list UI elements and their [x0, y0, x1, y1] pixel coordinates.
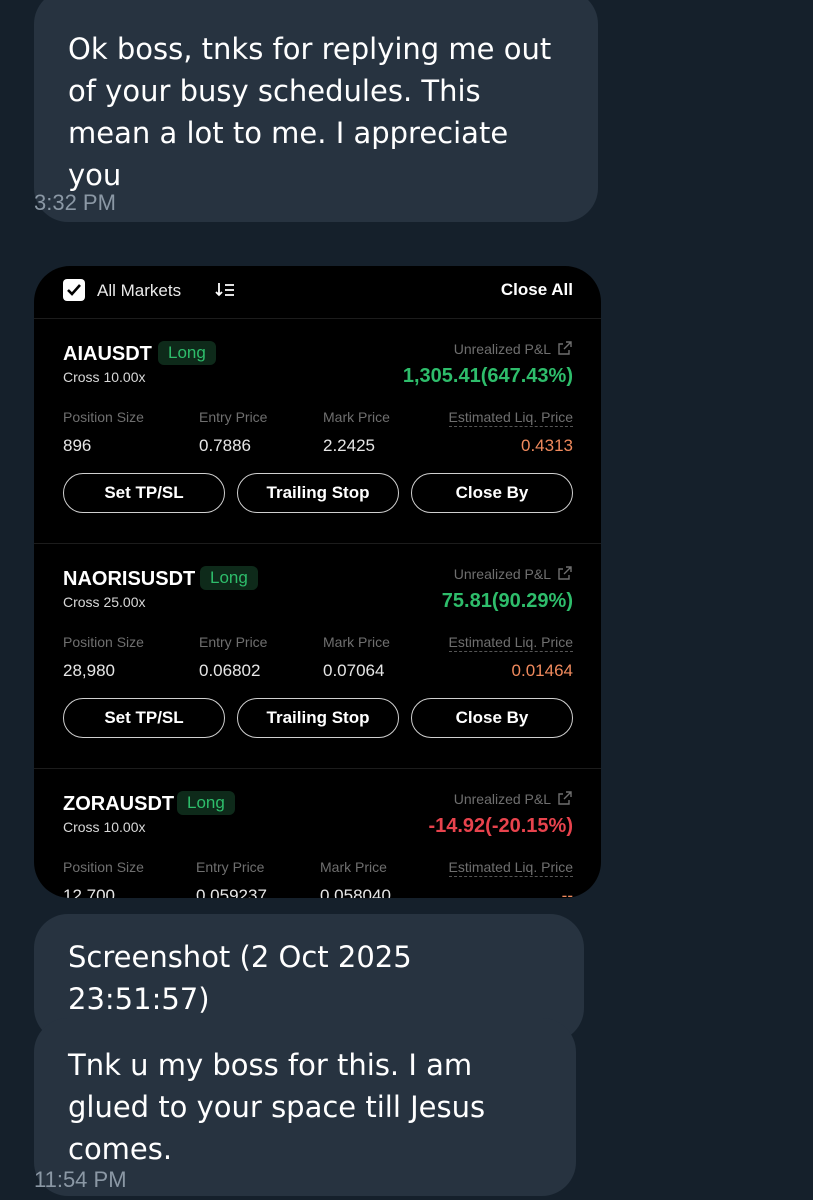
liq-price-label: Estimated Liq. Price: [448, 634, 573, 652]
mark-price-label: Mark Price: [320, 859, 387, 875]
position-side-badge: Long: [158, 341, 216, 365]
close-by-button: Close By: [411, 473, 573, 513]
unrealized-pnl-label: Unrealized P&L: [453, 341, 551, 357]
position-leverage: Cross 25.00x: [63, 594, 146, 610]
mark-price-label: Mark Price: [323, 634, 390, 650]
close-all-label: Close All: [500, 280, 573, 299]
position-leverage: Cross 10.00x: [63, 819, 146, 835]
liq-price-value: 0.01464: [511, 661, 573, 680]
entry-price-value: 0.7886: [199, 436, 251, 455]
position-symbol: NAORISUSDT: [63, 568, 196, 590]
unrealized-pnl-value: 1,305.41(647.43%): [402, 365, 573, 387]
share-icon: [558, 566, 572, 580]
close-by-button: Close By: [411, 698, 573, 738]
position-row: NAORISUSDT Long Cross 25.00x Unrealized …: [34, 544, 601, 769]
set-tpsl-button: Set TP/SL: [63, 473, 225, 513]
position-side-badge: Long: [200, 566, 258, 590]
share-icon: [558, 341, 572, 355]
unrealized-pnl-value: -14.92(-20.15%): [428, 815, 573, 837]
position-row: ZORAUSDT Long Cross 10.00x Unrealized P&…: [34, 769, 601, 898]
mark-price-value: 0.058040: [320, 886, 391, 898]
entry-price-value: 0.06802: [199, 661, 261, 680]
position-symbol: AIAUSDT: [63, 343, 152, 365]
unrealized-pnl-label: Unrealized P&L: [453, 791, 551, 807]
liq-price-value: --: [561, 886, 573, 898]
unrealized-pnl-label: Unrealized P&L: [453, 566, 551, 582]
position-size-label: Position Size: [63, 409, 144, 425]
all-markets-label: All Markets: [97, 281, 182, 300]
liq-price-label: Estimated Liq. Price: [448, 859, 573, 877]
trading-screenshot-image[interactable]: All Markets Close All AIAUSDT Long Cross…: [34, 266, 601, 898]
position-symbol: ZORAUSDT: [63, 793, 175, 815]
entry-price-value: 0.059237: [196, 886, 267, 898]
trailing-stop-button: Trailing Stop: [237, 698, 399, 738]
mark-price-label: Mark Price: [323, 409, 390, 425]
entry-price-label: Entry Price: [196, 859, 265, 875]
message-timestamp-last: 11:54 PM: [34, 1167, 127, 1192]
position-size-label: Position Size: [63, 634, 144, 650]
liq-price-label: Estimated Liq. Price: [448, 409, 573, 427]
position-row: AIAUSDT Long Cross 10.00x Unrealized P&L…: [34, 319, 601, 544]
mark-price-value: 0.07064: [323, 661, 385, 680]
position-size-label: Position Size: [63, 859, 144, 875]
position-size-value: 28,980: [63, 661, 115, 680]
position-leverage: Cross 10.00x: [63, 369, 146, 385]
message-bubble-first: Ok boss, tnks for replying me out of you…: [34, 0, 598, 222]
trailing-stop-button: Trailing Stop: [237, 473, 399, 513]
entry-price-label: Entry Price: [199, 409, 268, 425]
checkbox-checked-icon: [63, 279, 85, 301]
mark-price-value: 2.2425: [323, 436, 375, 455]
message-timestamp-first: 3:32 PM: [34, 190, 116, 215]
share-icon: [558, 791, 572, 805]
position-size-value: 12,700: [63, 886, 115, 898]
entry-price-label: Entry Price: [199, 634, 268, 650]
set-tpsl-button: Set TP/SL: [63, 698, 225, 738]
position-side-badge: Long: [177, 791, 235, 815]
sort-icon: [215, 283, 234, 297]
positions-header: All Markets Close All: [34, 266, 601, 319]
unrealized-pnl-value: 75.81(90.29%): [441, 590, 573, 612]
liq-price-value: 0.4313: [521, 436, 573, 455]
position-size-value: 896: [63, 436, 92, 455]
